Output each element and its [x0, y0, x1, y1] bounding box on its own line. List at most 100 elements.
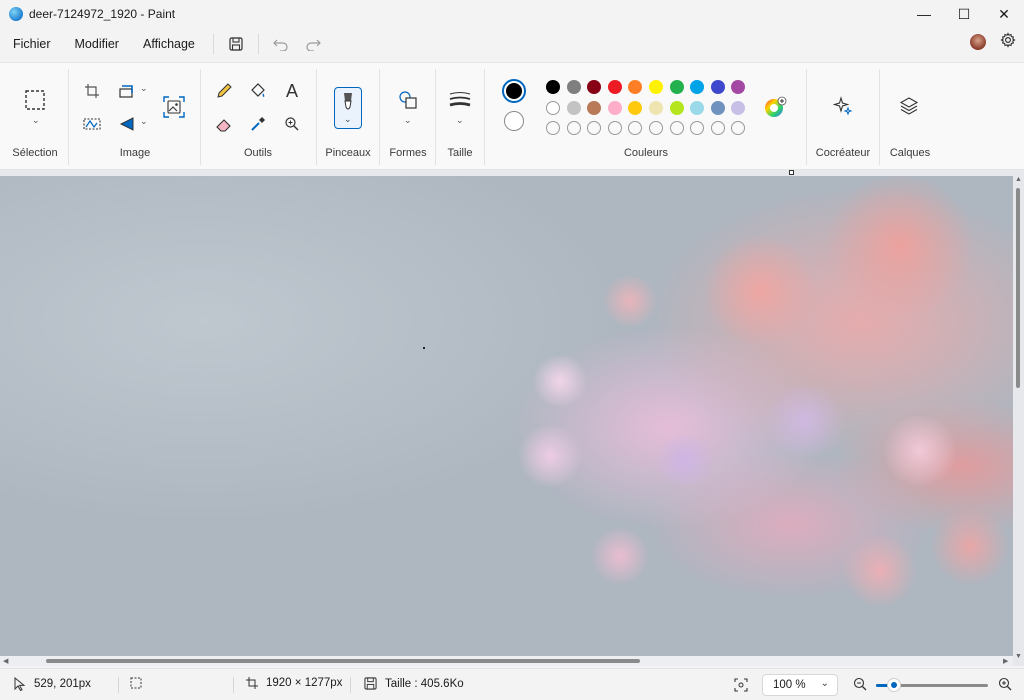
- custom-color-slot[interactable]: [731, 121, 746, 135]
- fill-bucket-icon[interactable]: [245, 78, 271, 104]
- layers-icon[interactable]: [896, 93, 922, 119]
- group-label-selection: Sélection: [12, 147, 58, 159]
- scroll-down-arrow-icon[interactable]: ▼: [1015, 653, 1022, 660]
- status-divider: [118, 677, 119, 693]
- color-swatch[interactable]: [731, 80, 746, 94]
- cocreator-sparkle-icon[interactable]: [830, 93, 856, 119]
- zoom-out-icon[interactable]: [853, 677, 867, 691]
- custom-color-slot[interactable]: [669, 121, 684, 135]
- blossom-cluster: [880, 416, 960, 486]
- eraser-icon[interactable]: [211, 111, 237, 137]
- save-icon[interactable]: [220, 30, 252, 58]
- color-swatch[interactable]: [587, 80, 602, 94]
- primary-color-swatch[interactable]: [502, 79, 526, 103]
- shapes-icon[interactable]: [395, 87, 421, 113]
- canvas-area[interactable]: ▲ ▼: [0, 170, 1024, 666]
- close-button[interactable]: ✕: [984, 0, 1024, 28]
- secondary-color-swatch[interactable]: [504, 111, 524, 131]
- menu-bar: Fichier Modifier Affichage: [0, 28, 1024, 60]
- canvas-image[interactable]: [0, 176, 1013, 660]
- zoom-level-text: 100 %: [773, 679, 806, 691]
- rotate-icon[interactable]: [114, 111, 140, 137]
- settings-gear-icon[interactable]: [1000, 32, 1016, 51]
- maximize-button[interactable]: ☐: [944, 0, 984, 28]
- text-tool-icon[interactable]: A: [279, 78, 305, 104]
- custom-color-slot[interactable]: [690, 121, 705, 135]
- chevron-down-icon[interactable]: ⌄: [140, 83, 148, 94]
- custom-color-slot[interactable]: [607, 121, 622, 135]
- avatar[interactable]: [970, 33, 986, 50]
- color-swatch[interactable]: [649, 80, 663, 94]
- custom-color-slot[interactable]: [710, 121, 725, 135]
- stroke-size-icon[interactable]: [447, 87, 473, 113]
- color-swatch[interactable]: [669, 100, 684, 115]
- horizontal-scrollbar[interactable]: ◀ ▶: [0, 656, 1013, 666]
- custom-color-slot[interactable]: [546, 121, 560, 135]
- color-swatch[interactable]: [628, 100, 643, 115]
- fit-to-window-icon[interactable]: [734, 678, 748, 692]
- color-swatch[interactable]: [587, 100, 602, 115]
- menu-view[interactable]: Affichage: [131, 37, 207, 51]
- color-picker-icon[interactable]: [245, 111, 271, 137]
- file-size-text: Taille : 405.6Ko: [385, 677, 464, 690]
- chevron-down-icon[interactable]: ⌄: [404, 115, 412, 126]
- group-layers: Calques: [880, 63, 940, 171]
- pencil-icon[interactable]: [211, 78, 237, 104]
- flip-icon[interactable]: [79, 111, 105, 137]
- redo-icon[interactable]: [297, 30, 329, 58]
- custom-color-slot[interactable]: [649, 121, 663, 135]
- magnifier-icon[interactable]: [279, 111, 305, 137]
- group-label-tools: Outils: [243, 147, 273, 159]
- color-swatch[interactable]: [731, 100, 746, 115]
- group-shapes: ⌄ Formes: [380, 63, 436, 171]
- chevron-down-icon[interactable]: ⌄: [32, 115, 40, 126]
- undo-icon[interactable]: [265, 30, 297, 58]
- resize-handle-top[interactable]: [789, 170, 794, 175]
- selection-rectangle-icon[interactable]: [22, 87, 48, 113]
- custom-color-slot[interactable]: [628, 121, 643, 135]
- color-swatch[interactable]: [628, 80, 643, 94]
- menu-edit[interactable]: Modifier: [63, 37, 131, 51]
- vertical-scroll-thumb[interactable]: [1016, 188, 1020, 388]
- group-label-image: Image: [119, 147, 151, 159]
- minimize-button[interactable]: —: [904, 0, 944, 28]
- color-swatch[interactable]: [566, 100, 581, 115]
- color-swatch[interactable]: [649, 100, 663, 115]
- blossom-cluster: [515, 426, 585, 486]
- zoom-in-icon[interactable]: [998, 677, 1012, 691]
- color-swatch[interactable]: [546, 80, 560, 94]
- custom-color-slot[interactable]: [587, 121, 602, 135]
- zoom-slider-thumb[interactable]: [886, 678, 901, 692]
- scroll-left-arrow-icon[interactable]: ◀: [3, 657, 8, 665]
- scroll-right-arrow-icon[interactable]: ▶: [1003, 657, 1008, 665]
- color-swatch[interactable]: [566, 80, 581, 94]
- scroll-up-arrow-icon[interactable]: ▲: [1015, 176, 1022, 183]
- color-swatch[interactable]: [710, 80, 725, 94]
- color-swatch[interactable]: [607, 80, 622, 94]
- custom-color-slot[interactable]: [566, 121, 581, 135]
- color-swatch[interactable]: [690, 80, 705, 94]
- horizontal-scroll-thumb[interactable]: [46, 659, 640, 663]
- zoom-level-dropdown[interactable]: 100 % ⌄: [762, 674, 838, 696]
- blossom-cluster: [820, 176, 980, 316]
- color-swatch[interactable]: [607, 100, 622, 115]
- title-bar: deer-7124972_1920 - Paint — ☐ ✕: [0, 0, 1024, 28]
- resize-icon[interactable]: [114, 78, 140, 104]
- crop-icon[interactable]: [79, 78, 105, 104]
- zoom-slider[interactable]: [876, 678, 988, 692]
- color-swatch[interactable]: [546, 100, 560, 115]
- edit-colors-icon[interactable]: [762, 95, 788, 121]
- chevron-down-icon: ⌄: [344, 114, 352, 124]
- color-swatch[interactable]: [710, 100, 725, 115]
- color-swatch[interactable]: [690, 100, 705, 115]
- group-label-shapes: Formes: [389, 147, 427, 159]
- color-swatch[interactable]: [669, 80, 684, 94]
- image-properties-icon[interactable]: [161, 94, 187, 120]
- chevron-down-icon[interactable]: ⌄: [456, 115, 464, 126]
- vertical-scrollbar[interactable]: ▲ ▼: [1014, 176, 1022, 660]
- group-label-layers: Calques: [889, 147, 931, 159]
- menu-file[interactable]: Fichier: [1, 37, 63, 51]
- chevron-down-icon[interactable]: ⌄: [140, 116, 148, 127]
- brush-selector-button[interactable]: ⌄: [334, 87, 362, 129]
- selection-size-icon: [130, 677, 142, 689]
